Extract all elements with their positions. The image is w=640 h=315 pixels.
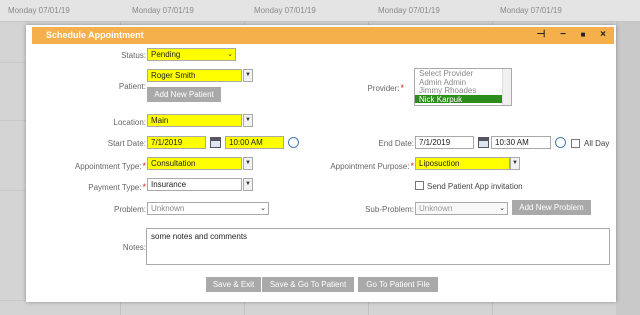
- add-new-patient-button[interactable]: Add New Patient: [147, 87, 221, 102]
- provider-option[interactable]: Jimmy Rhoades: [415, 86, 511, 95]
- location-dropdown-icon[interactable]: ▼: [243, 114, 253, 127]
- payment-type-field[interactable]: Insurance: [147, 178, 242, 191]
- appointment-purpose-label: Appointment Purpose:*: [330, 161, 414, 171]
- appointment-type-field[interactable]: Consultation: [147, 157, 242, 170]
- dialog-title: Schedule Appointment: [46, 30, 144, 40]
- calendar-day-header: Monday 07/01/19: [254, 6, 316, 15]
- appointment-type-label: Appointment Type:*: [74, 161, 146, 171]
- appointment-purpose-dropdown-icon[interactable]: ▼: [510, 157, 520, 170]
- notes-textarea[interactable]: some notes and comments: [146, 228, 610, 265]
- patient-dropdown-icon[interactable]: ▼: [243, 69, 253, 82]
- end-time-field[interactable]: 10:30 AM: [491, 136, 551, 149]
- payment-type-dropdown-icon[interactable]: ▼: [243, 178, 253, 191]
- provider-listbox[interactable]: Select Provider Admin Admin Jimmy Rhoade…: [414, 68, 512, 106]
- calendar-day-header: Monday 07/01/19: [500, 6, 562, 15]
- calendar-icon[interactable]: [210, 137, 221, 148]
- appointment-type-dropdown-icon[interactable]: ▼: [243, 157, 253, 170]
- save-exit-button[interactable]: Save & Exit: [206, 277, 261, 292]
- problem-value: Unknown: [151, 204, 185, 213]
- payment-type-label: Payment Type:*: [88, 182, 146, 192]
- start-time-field[interactable]: 10:00 AM: [225, 136, 284, 149]
- appointment-purpose-field[interactable]: Liposuction: [415, 157, 510, 170]
- provider-option[interactable]: Admin Admin: [415, 78, 511, 87]
- provider-scrollbar[interactable]: [502, 69, 511, 105]
- notes-label: Notes:: [122, 243, 146, 252]
- patient-field[interactable]: Roger Smith: [147, 69, 242, 82]
- send-invitation-checkbox[interactable]: [415, 181, 424, 190]
- close-icon[interactable]: ×: [596, 28, 610, 42]
- clock-icon[interactable]: [288, 137, 299, 148]
- maximize-icon[interactable]: ■: [576, 28, 590, 42]
- calendar-day-header: Monday 07/01/19: [8, 6, 70, 15]
- problem-label: Problem:: [113, 205, 146, 214]
- all-day-label: All Day: [584, 139, 610, 148]
- provider-option[interactable]: Select Provider: [415, 69, 511, 78]
- send-invitation-label: Send Patient App invitation: [427, 182, 523, 191]
- end-date-field[interactable]: 7/1/2019: [415, 136, 474, 149]
- clock-icon[interactable]: [555, 137, 566, 148]
- pin-icon[interactable]: ⊣: [534, 28, 548, 42]
- patient-label: Patient:: [118, 82, 146, 91]
- problem-select[interactable]: Unknown ⌄: [147, 202, 269, 215]
- calendar-day-header: Monday 07/01/19: [132, 6, 194, 15]
- status-value: Pending: [151, 50, 181, 59]
- location-label: Location:: [113, 118, 146, 127]
- end-date-label: End Date:: [378, 139, 414, 148]
- provider-label: Provider:*: [367, 83, 404, 93]
- sub-problem-value: Unknown: [419, 204, 453, 213]
- save-go-to-patient-button[interactable]: Save & Go To Patient: [262, 277, 354, 292]
- go-to-patient-file-button[interactable]: Go To Patient File: [358, 277, 438, 292]
- start-date-label: Start Date:: [107, 139, 146, 148]
- status-label: Status:: [121, 51, 146, 60]
- calendar-scroll-area: [616, 22, 640, 315]
- add-new-problem-button[interactable]: Add New Problem: [512, 200, 591, 215]
- sub-problem-select[interactable]: Unknown ⌄: [415, 202, 508, 215]
- status-select[interactable]: Pending ⌄: [147, 48, 236, 61]
- start-date-field[interactable]: 7/1/2019: [147, 136, 206, 149]
- calendar-icon[interactable]: [478, 137, 489, 148]
- chevron-down-icon: ⌄: [499, 205, 505, 212]
- minimize-icon[interactable]: −: [556, 28, 570, 42]
- location-field[interactable]: Main: [147, 114, 242, 127]
- provider-option-selected[interactable]: Nick Karpuk: [415, 94, 511, 103]
- all-day-checkbox[interactable]: [571, 139, 580, 148]
- calendar-day-header: Monday 07/01/19: [378, 6, 440, 15]
- chevron-down-icon: ⌄: [260, 205, 266, 212]
- chevron-down-icon: ⌄: [227, 51, 233, 58]
- sub-problem-label: Sub-Problem:: [365, 205, 414, 214]
